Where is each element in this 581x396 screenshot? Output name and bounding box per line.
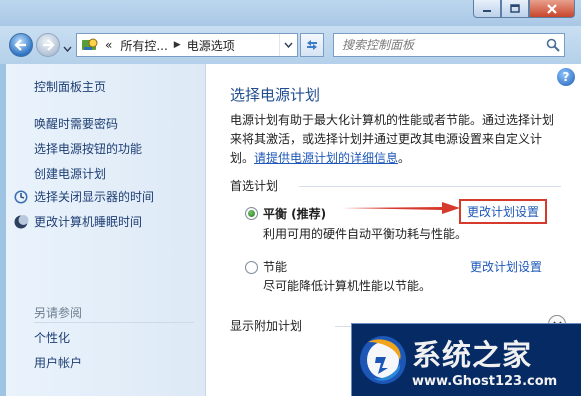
address-dropdown[interactable] — [279, 34, 297, 56]
forward-button[interactable] — [36, 33, 60, 57]
watermark-url: www.Ghost123.com — [412, 374, 558, 389]
title-bar — [0, 0, 581, 26]
plan-power-saver-description: 尽可能降低计算机性能以节能。 — [263, 279, 432, 293]
search-input[interactable] — [334, 35, 542, 55]
see-also-heading: 另请参阅 — [34, 306, 83, 320]
sidebar-link-label: 选择关闭显示器的时间 — [34, 190, 155, 204]
back-arrow-icon — [14, 39, 26, 51]
search-icon[interactable] — [542, 38, 564, 52]
maximize-button[interactable] — [501, 0, 529, 18]
control-panel-icon — [79, 34, 101, 56]
sidebar-link-power-button[interactable]: 选择电源按钮的功能 — [34, 140, 142, 157]
chevron-down-icon — [284, 42, 293, 48]
search-box[interactable] — [333, 33, 565, 57]
description-text: 划。 — [230, 151, 255, 165]
chevron-down-icon — [63, 46, 72, 53]
recent-pages-dropdown[interactable] — [63, 41, 72, 55]
monitor-clock-icon — [13, 189, 29, 205]
plan-balanced-name[interactable]: 平衡 (推荐) — [263, 205, 326, 222]
breadcrumb-separator-icon[interactable]: ▶ — [174, 40, 181, 50]
description-text: 。 — [398, 151, 411, 165]
breadcrumb-power-options[interactable]: 电源选项 — [187, 37, 235, 54]
page-description: 电源计划有助于最大化计算机的性能或者节能。通过选择计划 来将其激活，或选择计划并… — [230, 111, 560, 168]
address-overflow[interactable]: « — [105, 38, 112, 52]
sidebar-link-personalization[interactable]: 个性化 — [34, 329, 70, 346]
back-button[interactable] — [9, 33, 33, 57]
maximize-icon — [510, 4, 520, 13]
window-controls — [473, 0, 575, 18]
plan-details-link[interactable]: 请提供电源计划的详细信息 — [254, 151, 398, 165]
sidebar-link-display-off[interactable]: 选择关闭显示器的时间 — [13, 188, 154, 205]
watermark-title: 系统之家 — [412, 338, 533, 372]
page-title: 选择电源计划 — [230, 86, 321, 104]
close-icon — [547, 3, 557, 14]
plan-power-saver-name[interactable]: 节能 — [263, 258, 287, 275]
sidebar-link-label: 更改计算机睡眠时间 — [34, 215, 143, 229]
address-bar[interactable]: « 所有控... ▶ 电源选项 — [76, 33, 298, 57]
navigation-bar: « 所有控... ▶ 电源选项 — [0, 26, 581, 64]
plan-balanced-radio[interactable] — [245, 207, 258, 220]
watermark-logo-icon — [360, 336, 406, 384]
description-line: 来将其激活，或选择计划并通过更改其电源设置来自定义计 — [230, 132, 543, 146]
forward-arrow-icon — [43, 39, 55, 51]
preferred-plans-heading: 首选计划 — [230, 179, 279, 193]
divider — [34, 322, 194, 323]
sidebar-link-create-plan[interactable]: 创建电源计划 — [34, 165, 106, 182]
show-additional-plans-heading[interactable]: 显示附加计划 — [230, 317, 302, 334]
breadcrumb-all-control-panel[interactable]: 所有控... — [120, 37, 167, 54]
divider — [299, 186, 561, 187]
site-watermark: 系统之家 www.Ghost123.com — [351, 323, 581, 396]
minimize-button[interactable] — [473, 0, 501, 18]
description-line: 电源计划有助于最大化计算机的性能或者节能。通过选择计划 — [230, 113, 555, 127]
plan-balanced-description: 利用可用的硬件自动平衡功耗与性能。 — [263, 227, 468, 241]
plan-balanced-change-settings-link[interactable]: 更改计划设置 — [459, 199, 548, 224]
sidebar-link-require-password[interactable]: 唤醒时需要密码 — [34, 115, 118, 132]
refresh-icon — [307, 40, 317, 50]
task-pane: 控制面板主页 唤醒时需要密码 选择电源按钮的功能 创建电源计划 选择关闭显示器的… — [6, 64, 206, 396]
close-button[interactable] — [529, 0, 575, 18]
moon-icon — [13, 214, 29, 230]
plan-power-saver-radio[interactable] — [245, 261, 258, 274]
sidebar-link-user-accounts[interactable]: 用户帐户 — [34, 354, 82, 371]
minimize-icon — [483, 9, 491, 12]
annotation-arrow-icon — [342, 202, 460, 214]
description-line: 划。请提供电源计划的详细信息。 — [230, 149, 560, 168]
sidebar-link-control-panel-home[interactable]: 控制面板主页 — [34, 78, 106, 95]
sidebar-link-sleep-time[interactable]: 更改计算机睡眠时间 — [13, 213, 142, 230]
refresh-button[interactable] — [300, 33, 324, 57]
plan-power-saver-change-settings-link[interactable]: 更改计划设置 — [470, 258, 542, 275]
help-icon[interactable]: ? — [557, 68, 575, 86]
